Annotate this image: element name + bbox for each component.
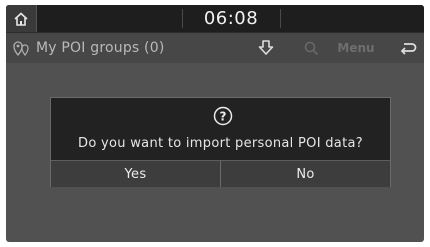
page-title: My POI groups (0) bbox=[36, 40, 165, 56]
no-button[interactable]: No bbox=[221, 161, 390, 187]
question-circle-icon: ? bbox=[213, 106, 233, 126]
import-confirm-dialog: ? Do you want to import personal POI dat… bbox=[50, 97, 391, 187]
back-icon bbox=[400, 43, 417, 55]
yes-button[interactable]: Yes bbox=[51, 161, 221, 187]
status-divider bbox=[182, 9, 183, 28]
page-title-area: My POI groups (0) bbox=[12, 33, 165, 63]
header-bar: My POI groups (0) Menu bbox=[6, 32, 424, 63]
import-download-icon bbox=[258, 40, 274, 55]
poi-group-icon bbox=[13, 41, 29, 57]
dialog-button-row: Yes No bbox=[51, 160, 390, 187]
import-button[interactable] bbox=[254, 36, 278, 60]
search-icon bbox=[304, 41, 318, 55]
back-button[interactable] bbox=[396, 36, 420, 60]
menu-label: Menu bbox=[337, 41, 375, 55]
clock: 06:08 bbox=[203, 8, 259, 29]
navigation-screen: 06:08 My POI groups (0) Menu ? Do you wa… bbox=[6, 5, 424, 242]
menu-button[interactable]: Menu bbox=[336, 36, 376, 60]
status-divider bbox=[280, 9, 281, 28]
home-button[interactable] bbox=[6, 5, 37, 32]
dialog-message: Do you want to import personal POI data? bbox=[78, 136, 363, 151]
home-icon bbox=[14, 11, 28, 26]
search-button[interactable] bbox=[299, 36, 323, 60]
status-bar: 06:08 bbox=[6, 5, 424, 32]
question-glyph: ? bbox=[220, 110, 227, 124]
